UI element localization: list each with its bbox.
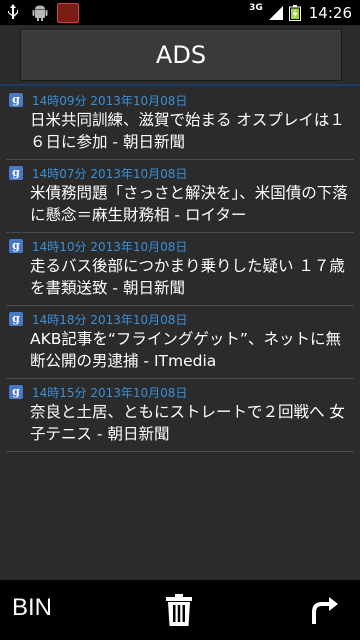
status-bar: 3G 14:26	[0, 0, 360, 25]
header: ADS	[0, 25, 360, 85]
bottom-bar: BIN	[0, 580, 360, 640]
header-divider	[0, 84, 360, 86]
android-debug-icon	[32, 5, 48, 21]
item-time: 14時15分 2013年10月08日	[32, 386, 188, 400]
item-time: 14時10分 2013年10月08日	[32, 240, 188, 254]
google-news-icon: g	[9, 239, 23, 253]
app-notification-icon	[57, 3, 79, 23]
item-headline: 走るバス後部につかまり乗りした疑い １７歳を書類送致 - 朝日新聞	[30, 257, 345, 297]
item-headline: 奈良と土居、ともにストレートで２回戦へ 女子テニス - 朝日新聞	[30, 403, 345, 443]
google-news-icon: g	[9, 312, 23, 326]
list-item[interactable]: g 14時18分 2013年10月08日 AKB記事を“フライングゲット”、ネッ…	[6, 306, 354, 379]
redo-icon[interactable]	[310, 594, 342, 626]
trash-icon[interactable]	[165, 594, 193, 626]
usb-icon	[8, 4, 18, 19]
list-item[interactable]: g 14時15分 2013年10月08日 奈良と土居、ともにストレートで２回戦へ…	[6, 379, 354, 452]
title-button[interactable]: ADS	[20, 29, 342, 81]
item-headline: 米債務問題「さっさと解決を」、米国債の下落に懸念＝麻生財務相 - ロイター	[30, 184, 348, 224]
list-item[interactable]: g 14時07分 2013年10月08日 米債務問題「さっさと解決を」、米国債の…	[6, 160, 354, 233]
google-news-icon: g	[9, 93, 23, 107]
item-time: 14時18分 2013年10月08日	[32, 313, 188, 327]
google-news-icon: g	[9, 166, 23, 180]
item-headline: 日米共同訓練、滋賀で始まる オスプレイは１６日に参加 - 朝日新聞	[30, 111, 345, 151]
news-list: g 14時09分 2013年10月08日 日米共同訓練、滋賀で始まる オスプレイ…	[0, 87, 360, 452]
list-item[interactable]: g 14時10分 2013年10月08日 走るバス後部につかまり乗りした疑い １…	[6, 233, 354, 306]
network-type: 3G	[249, 2, 263, 13]
item-headline: AKB記事を“フライングゲット”、ネットに無断公開の男逮捕 - ITmedia	[30, 330, 341, 370]
clock: 14:26	[308, 3, 352, 22]
item-time: 14時09分 2013年10月08日	[32, 94, 188, 108]
item-time: 14時07分 2013年10月08日	[32, 167, 188, 181]
battery-icon	[288, 4, 301, 21]
list-item[interactable]: g 14時09分 2013年10月08日 日米共同訓練、滋賀で始まる オスプレイ…	[6, 87, 354, 160]
bin-button[interactable]: BIN	[12, 594, 52, 622]
signal-icon	[268, 5, 283, 20]
google-news-icon: g	[9, 385, 23, 399]
